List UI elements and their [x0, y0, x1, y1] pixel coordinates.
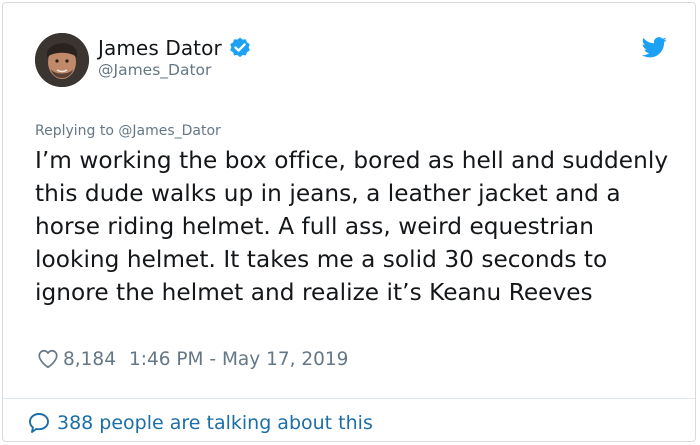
verified-badge-icon — [228, 36, 252, 60]
tweet-card: James Dator @James_Dator Replying to @Ja… — [2, 2, 696, 442]
divider — [3, 398, 695, 399]
avatar-image — [35, 33, 89, 87]
display-name[interactable]: James Dator — [98, 36, 222, 60]
tweet-meta: 8,184 1:46 PM - May 17, 2019 — [37, 346, 348, 372]
heart-icon[interactable] — [37, 348, 59, 370]
conversation-link[interactable]: 388 people are talking about this — [27, 409, 373, 437]
avatar[interactable] — [35, 33, 89, 87]
author-name-row: James Dator — [98, 36, 252, 60]
speech-bubble-icon — [27, 411, 51, 435]
author-handle[interactable]: @James_Dator — [98, 61, 211, 79]
tweet-timestamp[interactable]: 1:46 PM - May 17, 2019 — [129, 349, 349, 370]
reply-context[interactable]: Replying to @James_Dator — [35, 123, 221, 139]
like-count[interactable]: 8,184 — [63, 349, 116, 370]
twitter-bird-icon[interactable] — [641, 37, 667, 58]
tweet-header: James Dator @James_Dator — [3, 3, 695, 113]
tweet-text: I’m working the box office, bored as hel… — [35, 147, 669, 306]
conversation-label: 388 people are talking about this — [57, 412, 373, 434]
